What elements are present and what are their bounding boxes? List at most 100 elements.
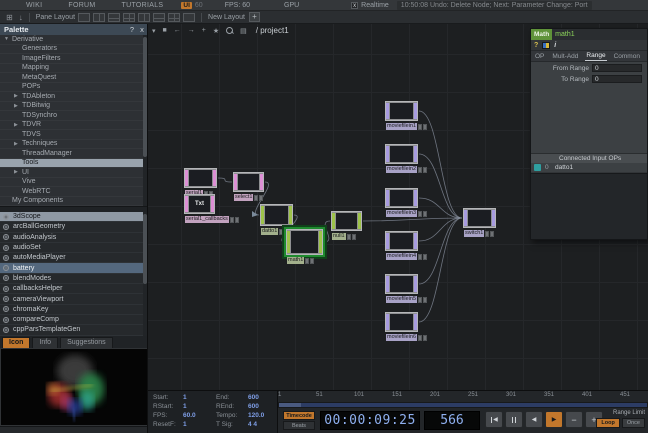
tree-item-derivative[interactable]: ▼Derivative [0,35,147,45]
node-output-connector[interactable] [358,213,361,229]
layout-preset-single[interactable] [78,13,90,22]
parameter-header[interactable]: Math math1 [531,29,647,40]
transport-skip-start[interactable]: ◀ [485,411,503,428]
range-loop-button[interactable]: Loop [596,418,619,428]
timeline-ruler[interactable]: 151101151201251301351401451 [278,391,648,401]
node-output-connector[interactable] [289,206,292,224]
node-output-connector[interactable] [260,174,263,190]
node-flag[interactable] [423,211,427,217]
transport-step-back[interactable]: − [565,411,583,428]
setting-value[interactable]: 4 4 [248,421,257,430]
component-item-callbacksHelper[interactable]: callbacksHelper [0,284,147,294]
language-toggle-icon[interactable] [542,42,550,49]
param-value-field[interactable]: 0 [592,64,642,72]
node-moviefilein6[interactable]: moviefilein6 [385,312,418,332]
node-math1[interactable]: math1 [286,229,323,255]
setting-value[interactable]: 600 [248,394,259,403]
node-flag[interactable] [418,254,422,260]
node-input-connector[interactable] [386,146,389,162]
wire-moviefilein5-to-switch1[interactable] [419,218,462,284]
op-name[interactable]: math1 [555,31,574,38]
tree-item-tdvs[interactable]: TDVS [0,130,147,140]
menu-link-wiki[interactable]: WIKI [26,2,42,9]
stop-icon[interactable]: ■ [163,27,167,34]
wire-math1-to-null1[interactable] [324,221,330,242]
node-moviefilein1[interactable]: moviefilein1 [385,101,418,121]
node-select1[interactable]: select1 [233,172,264,192]
node-switch1[interactable]: switch1 [463,208,496,228]
tree-item-tdbitwig[interactable]: ▶TDBitwig [0,102,147,112]
node-flag[interactable] [418,297,422,303]
node-output-connector[interactable] [211,196,214,212]
tree-item-tdsynchro[interactable]: TDSynchro [0,111,147,121]
param-value-field[interactable]: 0 [592,75,642,83]
wire-null1-to-switch1[interactable] [363,218,462,221]
tree-item-tdableton[interactable]: ▶TDAbleton [0,92,147,102]
add-icon[interactable]: + [202,27,206,34]
param-tab-mult-add[interactable]: Mult-Add [551,52,579,61]
tree-item-webrtc[interactable]: WebRTC [0,187,147,197]
component-item-arcBallGeometry[interactable]: arcBallGeometry [0,222,147,232]
layout-preset-hsplit[interactable] [108,13,120,22]
node-input-connector[interactable] [261,206,264,224]
tree-item-tools[interactable]: Tools [0,159,147,169]
timeline-range-bar[interactable] [278,402,648,408]
tree-item-pops[interactable]: POPs [0,83,147,93]
node-output-connector[interactable] [414,233,417,249]
setting-value[interactable]: 1 [183,403,187,412]
ui-perf-badge[interactable]: UI [181,2,192,9]
add-layout-button[interactable]: + [249,12,260,22]
time-mode-timecode[interactable]: Timecode [283,411,315,420]
network-breadcrumb[interactable]: / project1 [256,26,289,35]
palette-help-button[interactable]: ? [127,25,137,34]
layout-preset-quad[interactable] [123,13,135,22]
node-input-connector[interactable] [185,170,188,186]
layout-preset-full[interactable] [183,13,195,22]
node-output-connector[interactable] [414,276,417,292]
node-flag[interactable] [230,217,234,223]
node-output-connector[interactable] [414,146,417,162]
tree-item-ui[interactable]: ▶UI [0,168,147,178]
component-item-chromaKey[interactable]: chromaKey [0,305,147,315]
timeline-scroll-handle[interactable] [279,403,301,407]
setting-value[interactable]: 60.0 [183,412,196,421]
node-input-connector[interactable] [464,210,467,226]
node-input-connector[interactable] [185,196,188,212]
component-item-blendModes[interactable]: blendModes [0,274,147,284]
connected-input-row[interactable]: 0datto1 [531,163,647,173]
node-flag[interactable] [418,211,422,217]
help-icon[interactable]: ? [534,42,538,49]
node-output-connector[interactable] [414,314,417,330]
layout-preset-left-right[interactable] [138,13,150,22]
layout-preset-vsplit[interactable] [93,13,105,22]
palette-tab-icon[interactable]: Icon [2,337,30,348]
component-item-autoMediaPlayer[interactable]: autoMediaPlayer [0,253,147,263]
component-item-audioSet[interactable]: audioSet [0,243,147,253]
node-flag[interactable] [423,335,427,341]
node-flag[interactable] [310,258,314,264]
component-item-3dScope[interactable]: 3dScope [0,212,147,222]
node-flag[interactable] [235,217,239,223]
component-scrollbar-thumb[interactable] [143,214,147,284]
node-output-connector[interactable] [492,210,495,226]
menu-link-tutorials[interactable]: TUTORIALS [122,2,164,9]
node-flag[interactable] [485,231,489,237]
node-moviefilein3[interactable]: moviefilein3 [385,188,418,208]
node-flag[interactable] [418,335,422,341]
node-input-connector[interactable] [386,314,389,330]
tree-scrollbar[interactable] [143,35,147,206]
node-input-connector[interactable] [332,213,335,229]
setting-value[interactable]: 120.0 [248,412,264,421]
transport-pause[interactable] [505,411,523,428]
tree-item-techniques[interactable]: ▶Techniques [0,140,147,150]
bookmark-icon[interactable]: ▤ [240,27,247,35]
node-serial1[interactable]: serial1 [184,168,217,188]
node-flag[interactable] [423,167,427,173]
tree-item-mapping[interactable]: Mapping [0,64,147,74]
node-flag[interactable] [352,234,356,240]
node-output-connector[interactable] [414,190,417,206]
node-input-connector[interactable] [386,276,389,292]
chevron-down-icon[interactable]: ▾ [152,27,156,35]
menu-link-forum[interactable]: FORUM [68,2,95,9]
layout-preset-grid[interactable] [168,13,180,22]
